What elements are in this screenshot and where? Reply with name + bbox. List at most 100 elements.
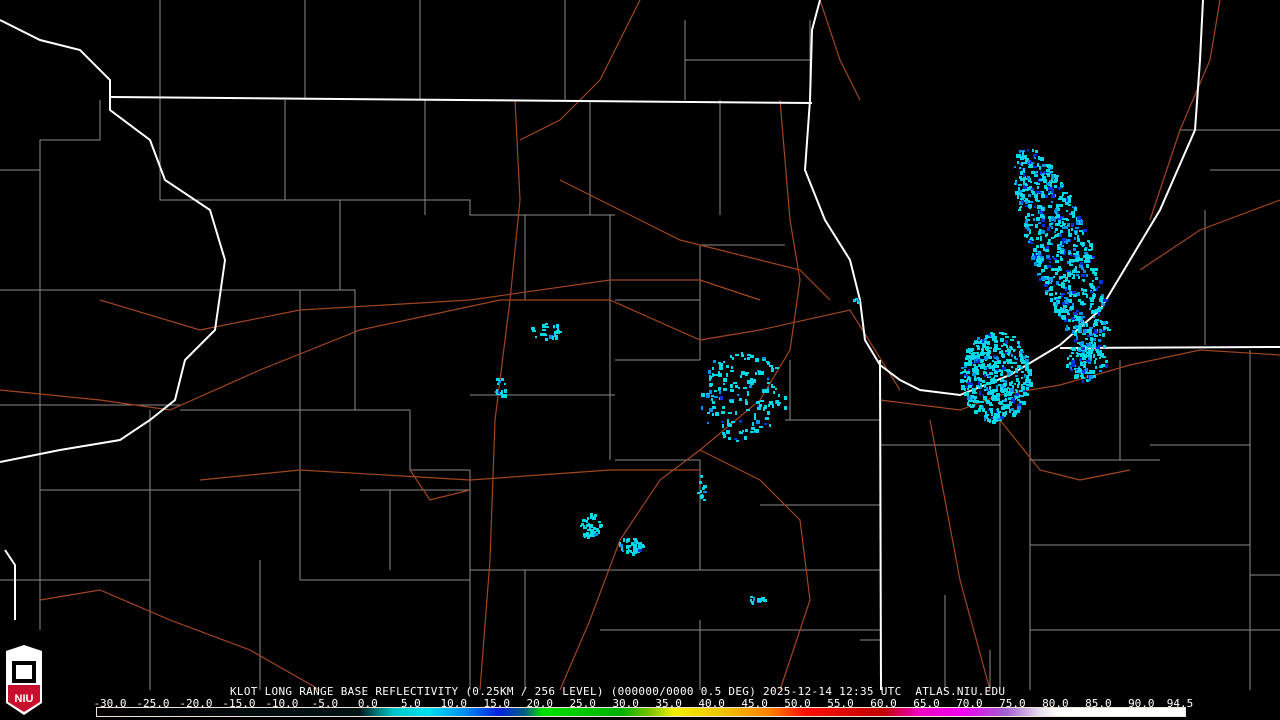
echo-pixel (969, 352, 971, 354)
echo-pixel (1042, 176, 1046, 179)
echo-pixel (1036, 217, 1038, 219)
echo-pixel (747, 392, 749, 396)
echo-pixel (762, 357, 766, 359)
echo-pixel (1020, 351, 1024, 353)
echo-pixel (775, 367, 779, 369)
echo-pixel (1072, 291, 1076, 294)
echo-pixel (1029, 207, 1031, 209)
echo-pixel (985, 411, 987, 415)
echo-pixel (701, 406, 703, 410)
echo-pixel (711, 398, 713, 401)
echo-pixel (1080, 258, 1083, 261)
echo-pixel (1079, 312, 1083, 315)
echo-pixel (1002, 378, 1004, 382)
echo-pixel (697, 492, 700, 494)
echo-pixel (701, 495, 704, 498)
echo-pixel (742, 430, 744, 432)
echo-pixel (1060, 241, 1062, 245)
echo-pixel (1087, 257, 1089, 259)
echo-pixel (1088, 240, 1090, 243)
echo-pixel (989, 404, 993, 406)
echo-pixel (1027, 234, 1029, 236)
echo-pixel (729, 400, 733, 402)
echo-pixel (1013, 349, 1015, 352)
echo-pixel (708, 370, 711, 374)
echo-pixel (994, 413, 996, 416)
echo-pixel (978, 356, 980, 359)
echo-pixel (719, 367, 723, 370)
echo-pixel (728, 424, 732, 427)
echo-pixel (1051, 268, 1055, 271)
echo-pixel (1025, 216, 1027, 219)
echo-pixel (1086, 323, 1088, 327)
echo-pixel (993, 377, 995, 380)
echo-pixel (701, 476, 703, 478)
echo-pixel (496, 389, 498, 391)
echo-pixel (755, 372, 757, 375)
echo-pixel (1023, 162, 1027, 164)
echo-pixel (712, 367, 714, 370)
echo-pixel (1083, 324, 1085, 327)
echo-pixel (1015, 370, 1018, 373)
echo-pixel (986, 341, 990, 343)
echo-pixel (1051, 201, 1053, 203)
echo-pixel (626, 551, 629, 554)
echo-pixel (1040, 216, 1044, 218)
echo-pixel (998, 411, 1001, 413)
echo-pixel (1037, 186, 1039, 189)
echo-pixel (1017, 195, 1019, 197)
echo-pixel (1020, 349, 1023, 351)
echo-pixel (1029, 383, 1033, 387)
echo-pixel (1079, 316, 1081, 320)
echo-pixel (552, 336, 554, 340)
echo-pixel (1099, 329, 1102, 333)
echo-pixel (1040, 236, 1042, 239)
echo-pixel (1020, 206, 1022, 208)
echo-pixel (1014, 183, 1016, 185)
echo-pixel (1062, 192, 1064, 196)
echo-pixel (762, 359, 766, 361)
echo-pixel (1047, 164, 1051, 168)
echo-pixel (975, 396, 977, 399)
echo-pixel (1038, 222, 1041, 224)
echo-pixel (987, 414, 989, 416)
echo-pixel (773, 391, 775, 394)
echo-pixel (1001, 391, 1005, 393)
echo-pixel (1086, 360, 1090, 362)
echo-pixel (1090, 357, 1092, 359)
echo-pixel (1067, 223, 1070, 227)
echo-pixel (1083, 289, 1087, 292)
echo-pixel (1094, 329, 1097, 332)
echo-pixel (776, 400, 779, 403)
echo-pixel (750, 431, 753, 433)
echo-pixel (999, 401, 1003, 405)
echo-pixel (1102, 330, 1105, 332)
echo-pixel (736, 440, 739, 442)
echo-pixel (1029, 242, 1033, 244)
echo-pixel (501, 378, 504, 381)
echo-pixel (965, 363, 967, 366)
echo-pixel (1059, 196, 1063, 199)
echo-pixel (1002, 354, 1005, 358)
echo-pixel (761, 371, 764, 375)
echo-pixel (744, 436, 747, 440)
echo-pixel (1089, 370, 1092, 374)
echo-pixel (1068, 229, 1070, 233)
echo-pixel (750, 381, 754, 385)
echo-pixel (966, 392, 969, 396)
echo-pixel (1095, 319, 1099, 321)
echo-pixel (1088, 379, 1091, 381)
echo-pixel (1093, 289, 1096, 291)
echo-pixel (1040, 239, 1042, 241)
echo-pixel (1089, 375, 1093, 379)
echo-pixel (712, 373, 714, 377)
echo-pixel (1037, 205, 1041, 209)
echo-pixel (1072, 214, 1075, 218)
echo-pixel (765, 417, 769, 420)
echo-pixel (1095, 324, 1098, 326)
echo-pixel (1029, 164, 1033, 168)
echo-pixel (594, 533, 598, 536)
echo-pixel (1064, 241, 1068, 243)
echo-pixel (979, 391, 981, 395)
echo-pixel (1044, 185, 1046, 189)
